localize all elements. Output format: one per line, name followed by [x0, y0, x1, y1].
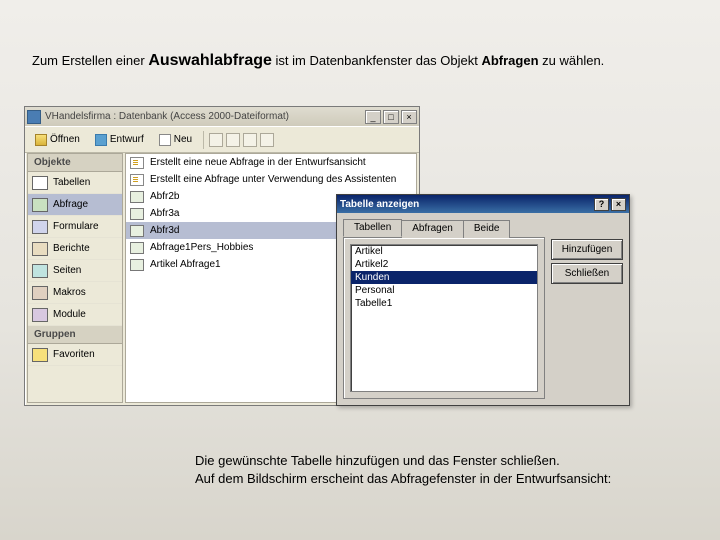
modules-icon: [32, 308, 48, 322]
object-navigator: Objekte Tabellen Abfrage Formulare Beric…: [27, 153, 123, 403]
add-button[interactable]: Hinzufügen: [551, 239, 623, 260]
pages-icon: [32, 264, 48, 278]
label: Seiten: [53, 265, 81, 276]
query-icon: [130, 242, 144, 254]
nav-item-queries[interactable]: Abfrage: [28, 194, 122, 216]
label: Abfrage: [53, 199, 88, 210]
label: Formulare: [53, 221, 99, 232]
instruction-top: Zum Erstellen einer Auswahlabfrage ist i…: [32, 52, 700, 70]
nav-item-favorites[interactable]: Favoriten: [28, 344, 122, 366]
tab-queries[interactable]: Abfragen: [401, 220, 464, 238]
list-item[interactable]: Kunden: [351, 271, 537, 284]
query-icon: [130, 191, 144, 203]
toolbar: Öffnen Entwurf Neu: [25, 127, 419, 153]
label: Favoriten: [53, 349, 95, 360]
new-button[interactable]: Neu: [153, 130, 198, 150]
nav-item-macros[interactable]: Makros: [28, 282, 122, 304]
queries-icon: [32, 198, 48, 212]
nav-item-pages[interactable]: Seiten: [28, 260, 122, 282]
view-small-icon[interactable]: [226, 133, 240, 147]
text-line: Die gewünschte Tabelle hinzufügen und da…: [195, 452, 611, 470]
close-dialog-button[interactable]: Schließen: [551, 263, 623, 284]
nav-header-objects: Objekte: [28, 154, 122, 172]
label: Berichte: [53, 243, 90, 254]
minimize-button[interactable]: _: [365, 110, 381, 124]
text: ist im Datenbankfenster das Objekt: [272, 53, 482, 68]
list-item[interactable]: Personal: [351, 284, 537, 297]
label: Öffnen: [50, 134, 80, 145]
label: Neu: [174, 134, 192, 145]
label: Erstellt eine Abfrage unter Verwendung d…: [150, 174, 396, 185]
tab-tables[interactable]: Tabellen: [343, 219, 402, 237]
label: Tabellen: [53, 177, 90, 188]
reports-icon: [32, 242, 48, 256]
design-icon: [95, 134, 107, 146]
text: zu wählen.: [539, 53, 605, 68]
query-icon: [130, 208, 144, 220]
list-item[interactable]: Artikel2: [351, 258, 537, 271]
open-icon: [35, 134, 47, 146]
instruction-bottom: Die gewünschte Tabelle hinzufügen und da…: [195, 452, 611, 487]
list-item[interactable]: Tabelle1: [351, 297, 537, 310]
database-icon: [27, 110, 41, 124]
create-icon: [130, 174, 144, 186]
new-icon: [159, 134, 171, 146]
table-listbox[interactable]: Artikel Artikel2 Kunden Personal Tabelle…: [350, 244, 538, 392]
window-titlebar[interactable]: VHandelsfirma : Datenbank (Access 2000-D…: [25, 107, 419, 127]
tab-strip: Tabellen Abfragen Beide: [343, 219, 545, 237]
label: Abfr3d: [150, 225, 179, 236]
text-strong: Auswahlabfrage: [148, 52, 272, 69]
forms-icon: [32, 220, 48, 234]
maximize-button[interactable]: □: [383, 110, 399, 124]
dialog-titlebar[interactable]: Tabelle anzeigen ? ×: [337, 195, 629, 213]
nav-item-tables[interactable]: Tabellen: [28, 172, 122, 194]
help-button[interactable]: ?: [594, 198, 609, 211]
list-item[interactable]: Erstellt eine neue Abfrage in der Entwur…: [126, 154, 416, 171]
label: Entwurf: [110, 134, 144, 145]
list-item[interactable]: Erstellt eine Abfrage unter Verwendung d…: [126, 171, 416, 188]
nav-item-reports[interactable]: Berichte: [28, 238, 122, 260]
label: Module: [53, 309, 86, 320]
label: Makros: [53, 287, 86, 298]
view-list-icon[interactable]: [243, 133, 257, 147]
text-bold: Abfragen: [481, 53, 538, 68]
label: Abfr3a: [150, 208, 179, 219]
nav-item-modules[interactable]: Module: [28, 304, 122, 326]
text: Zum Erstellen einer: [32, 53, 148, 68]
window-title: VHandelsfirma : Datenbank (Access 2000-D…: [45, 111, 361, 122]
label: Abfr2b: [150, 191, 179, 202]
show-table-dialog: Tabelle anzeigen ? × Tabellen Abfragen B…: [336, 194, 630, 406]
view-large-icon[interactable]: [209, 133, 223, 147]
close-button[interactable]: ×: [611, 198, 626, 211]
design-button[interactable]: Entwurf: [89, 130, 150, 150]
open-button[interactable]: Öffnen: [29, 130, 86, 150]
view-details-icon[interactable]: [260, 133, 274, 147]
nav-header-groups: Gruppen: [28, 326, 122, 344]
tables-icon: [32, 176, 48, 190]
text-line: Auf dem Bildschirm erscheint das Abfrage…: [195, 470, 611, 488]
tab-both[interactable]: Beide: [463, 220, 511, 238]
label: Abfrage1Pers_Hobbies: [150, 242, 253, 253]
dialog-title: Tabelle anzeigen: [340, 199, 592, 210]
macros-icon: [32, 286, 48, 300]
tab-panel: Artikel Artikel2 Kunden Personal Tabelle…: [343, 237, 545, 399]
close-button[interactable]: ×: [401, 110, 417, 124]
favorites-icon: [32, 348, 48, 362]
label: Artikel Abfrage1: [150, 259, 221, 270]
label: Erstellt eine neue Abfrage in der Entwur…: [150, 157, 366, 168]
create-icon: [130, 157, 144, 169]
nav-item-forms[interactable]: Formulare: [28, 216, 122, 238]
query-icon: [130, 259, 144, 271]
query-icon: [130, 225, 144, 237]
separator: [203, 131, 204, 149]
list-item[interactable]: Artikel: [351, 245, 537, 258]
